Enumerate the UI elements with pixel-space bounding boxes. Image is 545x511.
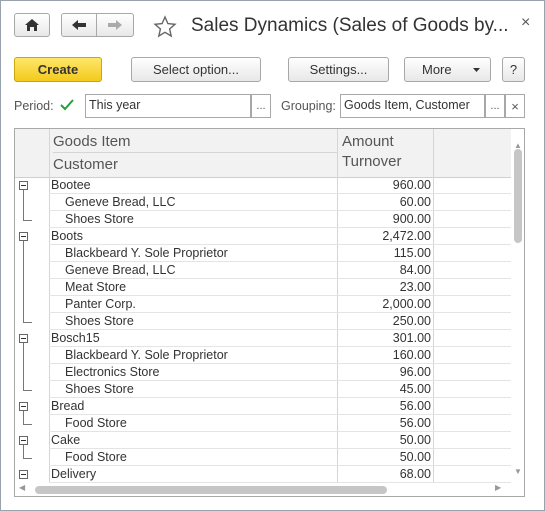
customer-cell: Meat Store bbox=[65, 280, 127, 294]
report-grid[interactable]: Goods Item Customer Amount Turnover Boot… bbox=[14, 128, 525, 497]
goods-item-cell: Bosch15 bbox=[51, 331, 100, 345]
customer-cell: Food Store bbox=[65, 450, 127, 464]
back-button[interactable] bbox=[61, 13, 97, 37]
collapse-group-icon[interactable] bbox=[19, 181, 28, 190]
horizontal-scrollbar[interactable]: ◀ ▶ bbox=[15, 482, 511, 496]
create-button[interactable]: Create bbox=[14, 57, 102, 82]
customer-cell: Electronics Store bbox=[65, 365, 160, 379]
horizontal-scroll-thumb[interactable] bbox=[35, 486, 387, 494]
home-button[interactable] bbox=[14, 13, 50, 37]
window-title: Sales Dynamics (Sales of Goods by... bbox=[191, 15, 509, 36]
grouping-field[interactable]: Goods Item, Customer bbox=[340, 94, 485, 118]
customer-cell: Geneve Bread, LLC bbox=[65, 263, 176, 277]
amount-cell: 301.00 bbox=[392, 331, 431, 345]
customer-cell: Food Store bbox=[65, 416, 127, 430]
customer-cell: Blackbeard Y. Sole Proprietor bbox=[65, 348, 228, 362]
group-row[interactable]: Bootee 960.00 bbox=[15, 177, 511, 194]
detail-row[interactable]: Geneve Bread, LLC 60.00 bbox=[15, 194, 511, 211]
amount-cell: 45.00 bbox=[399, 382, 431, 396]
scroll-down-icon[interactable]: ▼ bbox=[514, 467, 522, 476]
amount-cell: 160.00 bbox=[392, 348, 431, 362]
customer-cell: Geneve Bread, LLC bbox=[65, 195, 176, 209]
settings-button[interactable]: Settings... bbox=[288, 57, 389, 82]
help-button[interactable]: ? bbox=[502, 57, 525, 82]
arrow-left-icon bbox=[72, 20, 86, 30]
detail-row[interactable]: Food Store 50.00 bbox=[15, 449, 511, 466]
detail-row[interactable]: Meat Store 23.00 bbox=[15, 279, 511, 296]
grid-header: Goods Item Customer Amount Turnover bbox=[15, 129, 511, 178]
period-label: Period: bbox=[14, 99, 54, 113]
group-row[interactable]: Cake 50.00 bbox=[15, 432, 511, 449]
period-checkbox[interactable] bbox=[59, 97, 75, 113]
amount-cell: 56.00 bbox=[399, 399, 431, 413]
header-goods-item: Goods Item bbox=[53, 133, 131, 150]
period-select-button[interactable]: ... bbox=[251, 94, 271, 118]
group-row[interactable]: Bosch15 301.00 bbox=[15, 330, 511, 347]
grouping-clear-button[interactable]: × bbox=[505, 94, 525, 118]
checkmark-icon bbox=[60, 99, 74, 111]
amount-cell: 250.00 bbox=[392, 314, 431, 328]
collapse-group-icon[interactable] bbox=[19, 470, 28, 479]
period-field[interactable]: This year bbox=[85, 94, 251, 118]
grouping-select-button[interactable]: ... bbox=[485, 94, 505, 118]
grouping-label: Grouping: bbox=[281, 99, 336, 113]
favorite-star-icon[interactable] bbox=[153, 15, 177, 42]
amount-cell: 50.00 bbox=[399, 450, 431, 464]
customer-cell: Shoes Store bbox=[65, 314, 134, 328]
amount-cell: 96.00 bbox=[399, 365, 431, 379]
amount-cell: 68.00 bbox=[399, 467, 431, 481]
goods-item-cell: Bootee bbox=[51, 178, 91, 192]
amount-cell: 50.00 bbox=[399, 433, 431, 447]
goods-item-cell: Cake bbox=[51, 433, 81, 447]
amount-cell: 960.00 bbox=[392, 178, 431, 192]
goods-item-cell: Boots bbox=[51, 229, 83, 243]
detail-row[interactable]: Geneve Bread, LLC 84.00 bbox=[15, 262, 511, 279]
amount-cell: 2,472.00 bbox=[382, 229, 431, 243]
detail-row[interactable]: Shoes Store 900.00 bbox=[15, 211, 511, 228]
chevron-down-icon bbox=[473, 68, 480, 72]
forward-button[interactable] bbox=[96, 13, 134, 37]
more-label: More bbox=[422, 62, 452, 77]
detail-row[interactable]: Shoes Store 250.00 bbox=[15, 313, 511, 330]
collapse-group-icon[interactable] bbox=[19, 436, 28, 445]
customer-cell: Panter Corp. bbox=[65, 297, 136, 311]
group-row[interactable]: Boots 2,472.00 bbox=[15, 228, 511, 245]
vertical-scrollbar[interactable]: ▲ ▼ bbox=[511, 141, 524, 481]
amount-cell: 900.00 bbox=[392, 212, 431, 226]
close-icon[interactable]: × bbox=[521, 14, 530, 32]
scroll-left-icon[interactable]: ◀ bbox=[19, 483, 25, 492]
amount-cell: 56.00 bbox=[399, 416, 431, 430]
home-icon bbox=[25, 19, 39, 31]
header-amount: Amount bbox=[342, 133, 394, 150]
detail-row[interactable]: Shoes Store 45.00 bbox=[15, 381, 511, 398]
detail-row[interactable]: Blackbeard Y. Sole Proprietor 115.00 bbox=[15, 245, 511, 262]
detail-row[interactable]: Electronics Store 96.00 bbox=[15, 364, 511, 381]
report-window: Sales Dynamics (Sales of Goods by... × C… bbox=[0, 0, 545, 511]
scroll-right-icon[interactable]: ▶ bbox=[495, 483, 501, 492]
collapse-group-icon[interactable] bbox=[19, 402, 28, 411]
goods-item-cell: Delivery bbox=[51, 467, 97, 481]
customer-cell: Shoes Store bbox=[65, 382, 134, 396]
arrow-right-icon bbox=[108, 20, 122, 30]
goods-item-cell: Bread bbox=[51, 399, 85, 413]
group-row[interactable]: Bread 56.00 bbox=[15, 398, 511, 415]
more-button[interactable]: More bbox=[404, 57, 491, 82]
select-option-button[interactable]: Select option... bbox=[131, 57, 261, 82]
customer-cell: Blackbeard Y. Sole Proprietor bbox=[65, 246, 228, 260]
group-row[interactable]: Delivery 68.00 bbox=[15, 466, 511, 483]
collapse-group-icon[interactable] bbox=[19, 232, 28, 241]
amount-cell: 84.00 bbox=[399, 263, 431, 277]
amount-cell: 2,000.00 bbox=[382, 297, 431, 311]
vertical-scroll-thumb[interactable] bbox=[514, 149, 522, 243]
detail-row[interactable]: Panter Corp. 2,000.00 bbox=[15, 296, 511, 313]
customer-cell: Shoes Store bbox=[65, 212, 134, 226]
detail-row[interactable]: Food Store 56.00 bbox=[15, 415, 511, 432]
amount-cell: 23.00 bbox=[399, 280, 431, 294]
collapse-group-icon[interactable] bbox=[19, 334, 28, 343]
amount-cell: 115.00 bbox=[393, 246, 431, 260]
header-customer: Customer bbox=[53, 156, 119, 173]
header-turnover: Turnover bbox=[342, 153, 402, 170]
detail-row[interactable]: Blackbeard Y. Sole Proprietor 160.00 bbox=[15, 347, 511, 364]
amount-cell: 60.00 bbox=[399, 195, 431, 209]
